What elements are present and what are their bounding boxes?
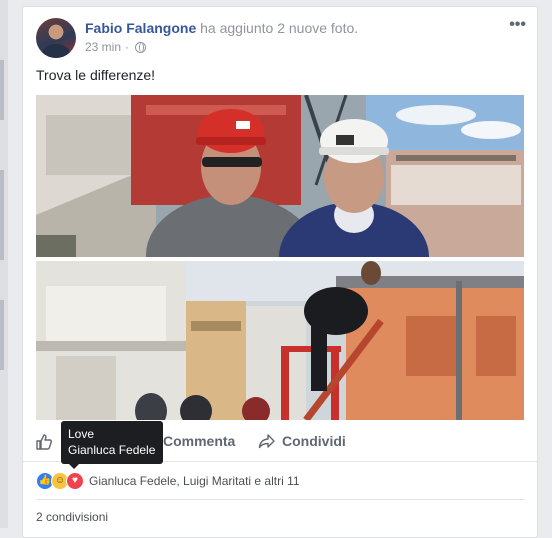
post-text: Trova le differenze! bbox=[36, 67, 156, 83]
post-action-text: ha aggiunto 2 nuove foto. bbox=[200, 20, 359, 36]
reaction-names[interactable]: Gianluca Fedele, Luigi Maritati e altri … bbox=[89, 474, 300, 488]
more-options-icon[interactable]: ••• bbox=[509, 16, 526, 34]
thumbs-up-icon bbox=[36, 434, 52, 450]
post-header: Fabio Falangone ha aggiunto 2 nuove foto… bbox=[85, 20, 358, 36]
tooltip-title: Love bbox=[68, 427, 95, 441]
share-label: Condividi bbox=[282, 433, 346, 449]
left-feed-gutter bbox=[0, 0, 8, 528]
post-photo-2[interactable] bbox=[36, 261, 524, 420]
shares-count[interactable]: 2 condivisioni bbox=[36, 510, 108, 524]
comment-label: Commenta bbox=[163, 433, 236, 449]
reactions-summary[interactable]: 👍 ☺ ♥ Gianluca Fedele, Luigi Maritati e … bbox=[36, 471, 300, 491]
comment-button[interactable]: Commenta bbox=[163, 433, 235, 449]
tooltip-name: Gianluca Fedele bbox=[68, 443, 156, 457]
like-button[interactable] bbox=[35, 433, 53, 451]
post-timestamp[interactable]: 23 min bbox=[85, 40, 121, 54]
reaction-tooltip: Love Gianluca Fedele bbox=[61, 421, 163, 469]
post-meta: 23 min · bbox=[85, 40, 147, 54]
share-button[interactable]: Condividi bbox=[258, 433, 346, 449]
meta-separator: · bbox=[125, 40, 130, 54]
author-name-link[interactable]: Fabio Falangone bbox=[85, 20, 196, 36]
post-photo-1[interactable] bbox=[36, 95, 524, 257]
globe-icon[interactable] bbox=[135, 41, 147, 53]
love-reaction-icon: ♥ bbox=[66, 472, 84, 490]
divider bbox=[36, 499, 525, 500]
share-arrow-icon bbox=[258, 434, 275, 449]
author-avatar[interactable] bbox=[36, 18, 76, 58]
